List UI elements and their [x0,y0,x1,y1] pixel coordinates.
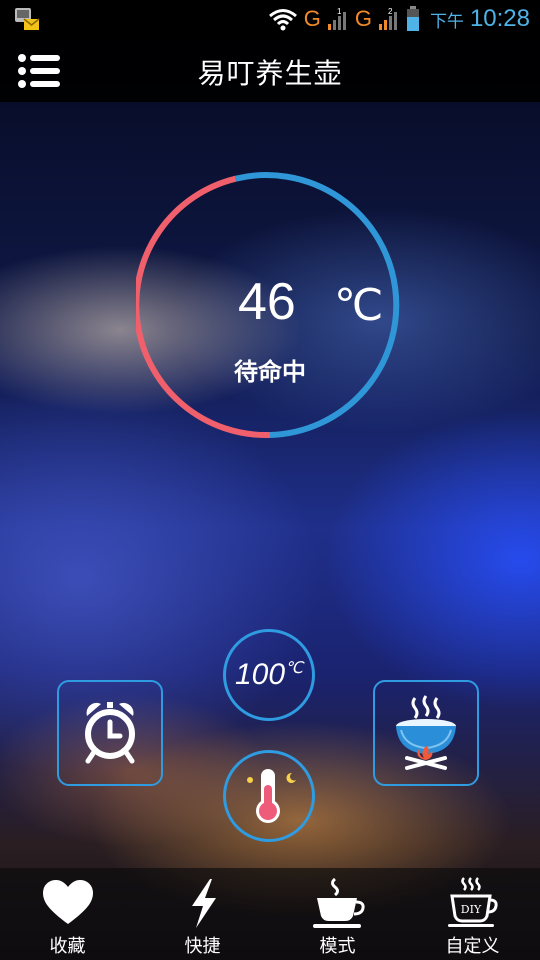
boil-100-button[interactable]: 100℃ [223,629,315,721]
boil-temp-unit: ℃ [285,660,304,677]
cook-button[interactable] [373,680,479,786]
nav-item-favorites[interactable]: 收藏 [0,868,135,960]
boil-temp-label: 100 [234,658,286,691]
thermometer-icon [247,769,296,823]
sim-1-label: 1 [337,7,342,16]
nav-label-favorites: 收藏 [49,936,86,957]
notification-mail-icon [14,6,40,32]
network-type-2: G [354,6,372,31]
alarm-clock-icon [85,702,135,764]
coffee-cup-icon [313,877,365,928]
nav-label-mode: 模式 [319,936,356,957]
kettle-status: 待命中 [234,358,306,386]
nav-item-quick[interactable]: 快捷 [135,868,270,960]
status-bar: G 1 G 2 下午 10:28 [0,0,540,38]
heart-icon [43,880,93,924]
battery-icon [406,6,419,31]
nav-item-mode[interactable]: 模式 [270,868,405,960]
nav-label-quick: 快捷 [184,936,221,957]
lightning-icon [192,879,216,928]
app-header: 易叮养生壶 [0,38,540,102]
diy-cup-icon: DIY [448,877,498,927]
diy-label: DIY [461,903,482,916]
keep-warm-button[interactable] [223,750,315,842]
alarm-button[interactable] [57,680,163,786]
bottom-nav: 收藏 快捷 模式 DIY 自定义 [0,868,540,960]
wifi-icon [268,9,297,31]
status-ampm: 下午 [429,11,464,32]
temperature-value: 46 [238,273,296,331]
signal-1-icon: 1 [327,7,346,30]
network-type-1: G [303,6,321,31]
page-title: 易叮养生壶 [197,57,343,90]
status-clock: 10:28 [469,5,530,32]
signal-2-icon: 2 [378,7,397,30]
steaming-pot-icon [396,695,456,770]
sim-2-label: 2 [388,7,393,16]
temperature-unit: ℃ [334,281,384,330]
nav-item-custom[interactable]: DIY 自定义 [405,868,540,960]
nav-label-custom: 自定义 [445,936,500,957]
